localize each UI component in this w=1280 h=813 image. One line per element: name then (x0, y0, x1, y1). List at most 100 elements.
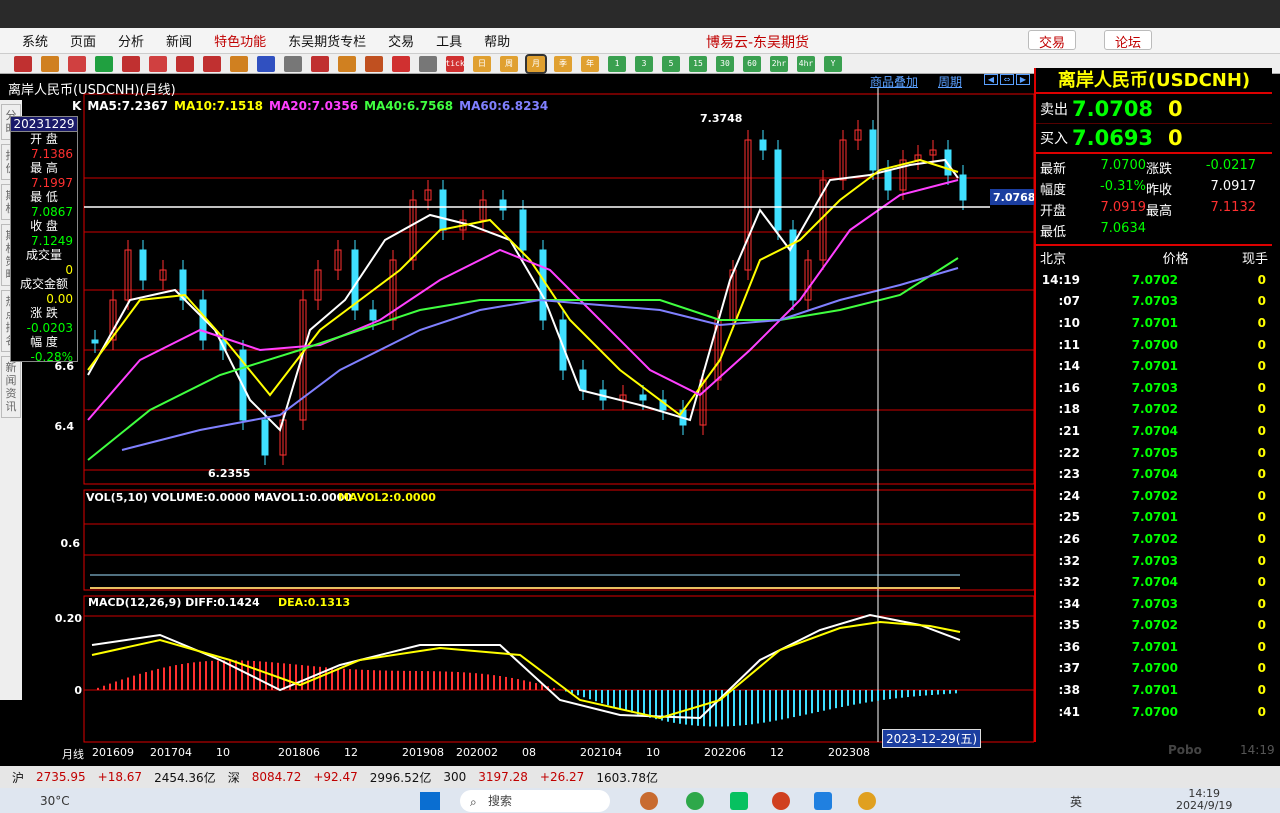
x-axis-label: 202308 (828, 746, 870, 759)
info-date: 20231229 (11, 117, 77, 132)
edge-icon[interactable] (686, 792, 704, 810)
tick-time: :07 (1058, 294, 1081, 309)
next-icon[interactable]: ▶ (1016, 74, 1030, 85)
tick-time: :23 (1058, 467, 1081, 482)
candle-body (439, 189, 447, 231)
trade-button[interactable]: 交易 (1028, 30, 1077, 51)
candle-body (579, 369, 587, 391)
info-volume: 0 (65, 263, 73, 277)
tick-vol: 0 (1257, 618, 1266, 633)
tick-price: 7.0701 (1131, 510, 1178, 525)
tick-row: :38 7.0701 0 (1036, 679, 1272, 701)
tick-vol: 0 (1257, 337, 1266, 352)
x-axis-label: 10 (216, 746, 230, 759)
tick-list[interactable]: 14:19 7.0702 0:07 7.0703 0:10 7.0701 0:11 7.070… (1036, 269, 1272, 722)
c300-index[interactable]: 3197.28 (478, 770, 528, 784)
buy-label: 买入 (1040, 131, 1068, 147)
tick-time: :10 (1058, 315, 1081, 330)
sh-index[interactable]: 2735.95 (36, 770, 86, 784)
windows-start-icon[interactable] (420, 792, 440, 810)
ma-legend-item: MA20:7.0356 (269, 99, 359, 113)
candle-body (519, 209, 527, 251)
tick-price: 7.0703 (1131, 596, 1178, 611)
info-low-label: 最 低 (30, 190, 58, 204)
sh-label: 沪 (12, 770, 25, 785)
sz-index[interactable]: 8084.72 (252, 770, 302, 784)
forum-button[interactable]: 论坛 (1104, 30, 1153, 51)
bar-info-panel: 20231229 开 盘 7.1386 最 高 7.1997 最 低 7.086… (10, 116, 78, 364)
y-axis-label: 6.4 (55, 420, 75, 433)
tick-time: :14 (1058, 359, 1081, 374)
ime-indicator[interactable]: 英 (1070, 793, 1082, 810)
ma-legend: K MA5:7.2367 MA10:7.1518 MA20:7.0356 MA40:6.… (72, 99, 554, 113)
chart-canvas[interactable]: 6.66.47.37486.23557.0768VOL(5,10) VOLUME… (0, 0, 1034, 766)
product-overlay-link[interactable]: 商品叠加 (870, 73, 918, 90)
tick-time: :41 (1058, 704, 1081, 719)
x-axis-label: 08 (522, 746, 536, 759)
sz-amount: 2996.52亿 (369, 770, 432, 785)
tick-vol: 0 (1257, 294, 1266, 309)
tick-row: :37 7.0700 0 (1036, 658, 1272, 680)
ma-legend-item: MA60:6.8234 (459, 99, 549, 113)
macd-y-label: 0.20 (55, 612, 82, 625)
app-icon-2[interactable] (772, 792, 790, 810)
tick-row: :11 7.0700 0 (1036, 334, 1272, 356)
macd-legend: MACD(12,26,9) DIFF:0.1424 (88, 596, 260, 609)
os-clock[interactable]: 14:19 2024/9/19 (1176, 788, 1232, 812)
info-high-label: 最 高 (30, 161, 58, 175)
quote-stat-v2: -0.0217 (1205, 158, 1256, 173)
taskbar-search[interactable]: 搜索 (460, 790, 610, 812)
volume-legend-mavol2: MAVOL2:0.0000 (338, 491, 436, 504)
candle-body (499, 199, 507, 211)
x-axis-label: 202206 (704, 746, 746, 759)
candle-body (639, 394, 647, 401)
app-icon-3[interactable] (814, 792, 832, 810)
period-link[interactable]: 周期 (938, 73, 962, 90)
info-change: -0.0203 (26, 321, 73, 335)
quote-stat-v1: 7.0634 (1100, 221, 1147, 236)
index-status-bar: 沪 2735.95 +18.67 2454.36亿 深 8084.72 +92.… (0, 766, 1280, 788)
quote-stat-v1: 7.0700 (1100, 158, 1147, 173)
tick-vol: 0 (1257, 596, 1266, 611)
zoom-icon[interactable]: ⇔ (1000, 74, 1014, 85)
tick-time: :22 (1058, 445, 1081, 460)
sell-row[interactable]: 卖出 7.0708 0 (1036, 94, 1272, 124)
x-axis: 月线 201609 201704 10 201806 12 201908 202002 08 20… (0, 746, 1034, 766)
x-axis-label: 201806 (278, 746, 320, 759)
c300-label: 300 (443, 770, 467, 784)
app-window: 系统 页面 分析 新闻 特色功能 东吴期货专栏 交易 工具 帮助 博易云-东吴期货 交易 论坛 tic… (0, 0, 1280, 813)
prev-icon[interactable]: ◀ (984, 74, 998, 85)
wechat-icon[interactable] (730, 792, 748, 810)
tick-row: :34 7.0703 0 (1036, 593, 1272, 615)
tick-price: 7.0704 (1131, 575, 1178, 590)
sell-price: 7.0708 (1072, 96, 1154, 121)
tick-row: :14 7.0701 0 (1036, 355, 1272, 377)
tick-row: :23 7.0704 0 (1036, 463, 1272, 485)
x-axis-label: 201704 (150, 746, 192, 759)
tick-time: :16 (1058, 380, 1081, 395)
weather-widget[interactable]: 30°C (40, 794, 70, 808)
tick-row: :41 7.0700 0 (1036, 701, 1272, 723)
quote-stat-l1: 最低 (1040, 225, 1067, 240)
info-amount: 0.00 (46, 292, 73, 306)
sz-change: +92.47 (313, 770, 358, 784)
app-icon-4[interactable] (858, 792, 876, 810)
chart-title: 离岸人民币(USDCNH)(月线) (8, 83, 176, 98)
tick-vol: 0 (1257, 553, 1266, 568)
sz-label: 深 (227, 770, 240, 785)
tick-price: 7.0700 (1131, 661, 1178, 676)
tick-header-price: 价格 (1162, 252, 1189, 267)
sh-change: +18.67 (97, 770, 143, 784)
cursor-date: 2023-12-29(五) (882, 729, 982, 748)
buy-row[interactable]: 买入 7.0693 0 (1036, 124, 1272, 154)
tick-time: 14:19 (1041, 272, 1080, 287)
tick-row: :32 7.0703 0 (1036, 550, 1272, 572)
app-icon-1[interactable] (640, 792, 658, 810)
tick-price: 7.0702 (1131, 402, 1178, 417)
tick-price: 7.0701 (1131, 683, 1178, 698)
tick-price: 7.0702 (1131, 618, 1178, 633)
tick-vol: 0 (1257, 531, 1266, 546)
quote-stat-l2: 昨收 (1146, 183, 1173, 198)
os-clock-date: 2024/9/19 (1176, 799, 1233, 812)
quote-stat-l1: 最新 (1040, 162, 1067, 177)
